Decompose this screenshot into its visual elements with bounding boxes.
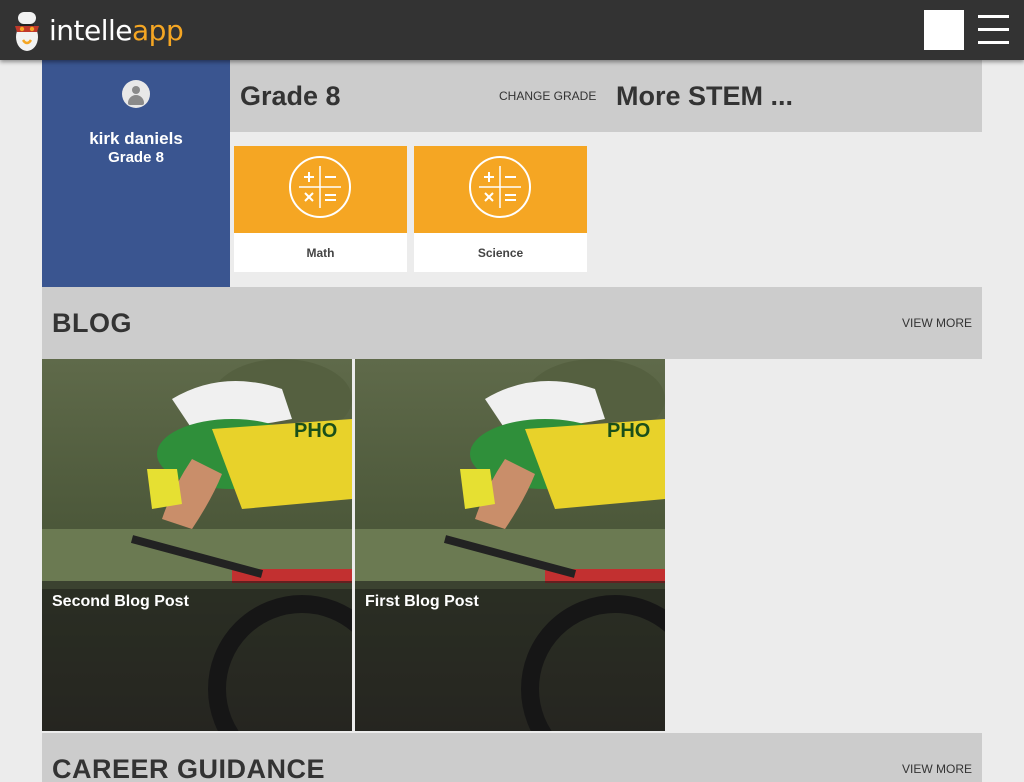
math-operators-icon bbox=[289, 156, 351, 218]
subject-label: Math bbox=[306, 246, 335, 260]
owl-logo-icon bbox=[13, 10, 41, 52]
subject-label: Science bbox=[477, 246, 524, 260]
svg-text:PHO: PHO bbox=[607, 420, 650, 442]
top-navigation-bar: intelleapp bbox=[0, 0, 1024, 60]
blog-post-title: First Blog Post bbox=[365, 593, 479, 610]
grade-title: Grade 8 bbox=[240, 81, 341, 111]
profile-panel: kirk daniels Grade 8 bbox=[42, 60, 230, 287]
blog-view-more-link[interactable]: VIEW MORE bbox=[902, 316, 972, 330]
blog-section-header: BLOG VIEW MORE bbox=[42, 287, 982, 359]
change-grade-link[interactable]: CHANGE GRADE bbox=[499, 89, 596, 103]
header-blank-button[interactable] bbox=[924, 10, 964, 50]
logo-text-app: app bbox=[132, 14, 184, 47]
more-stem-title[interactable]: More STEM ... bbox=[616, 81, 793, 112]
subject-tile-math[interactable]: Math bbox=[234, 146, 407, 272]
intelleapp-logo[interactable]: intelleapp bbox=[13, 9, 193, 53]
blog-post-card[interactable]: PHO First Blog Post bbox=[355, 359, 665, 731]
svg-text:PHO: PHO bbox=[294, 420, 337, 442]
logo-text-intelle: intelle bbox=[49, 14, 133, 47]
blog-title: BLOG bbox=[52, 308, 132, 338]
user-avatar-icon[interactable] bbox=[122, 80, 150, 108]
hamburger-menu-icon[interactable] bbox=[978, 14, 1010, 46]
career-title: CAREER GUIDANCE bbox=[52, 754, 326, 782]
profile-grade: Grade 8 bbox=[108, 149, 164, 166]
grade-header: Grade 8 CHANGE GRADE More STEM ... bbox=[230, 60, 982, 132]
career-view-more-link[interactable]: VIEW MORE bbox=[902, 762, 972, 776]
math-operators-icon bbox=[469, 156, 531, 218]
blog-post-title: Second Blog Post bbox=[52, 593, 189, 610]
career-section-header: CAREER GUIDANCE VIEW MORE bbox=[42, 733, 982, 782]
subject-tile-science[interactable]: Science bbox=[414, 146, 587, 272]
blog-post-card[interactable]: PHO Second Blog Post bbox=[42, 359, 352, 731]
profile-name: kirk daniels bbox=[89, 129, 183, 148]
